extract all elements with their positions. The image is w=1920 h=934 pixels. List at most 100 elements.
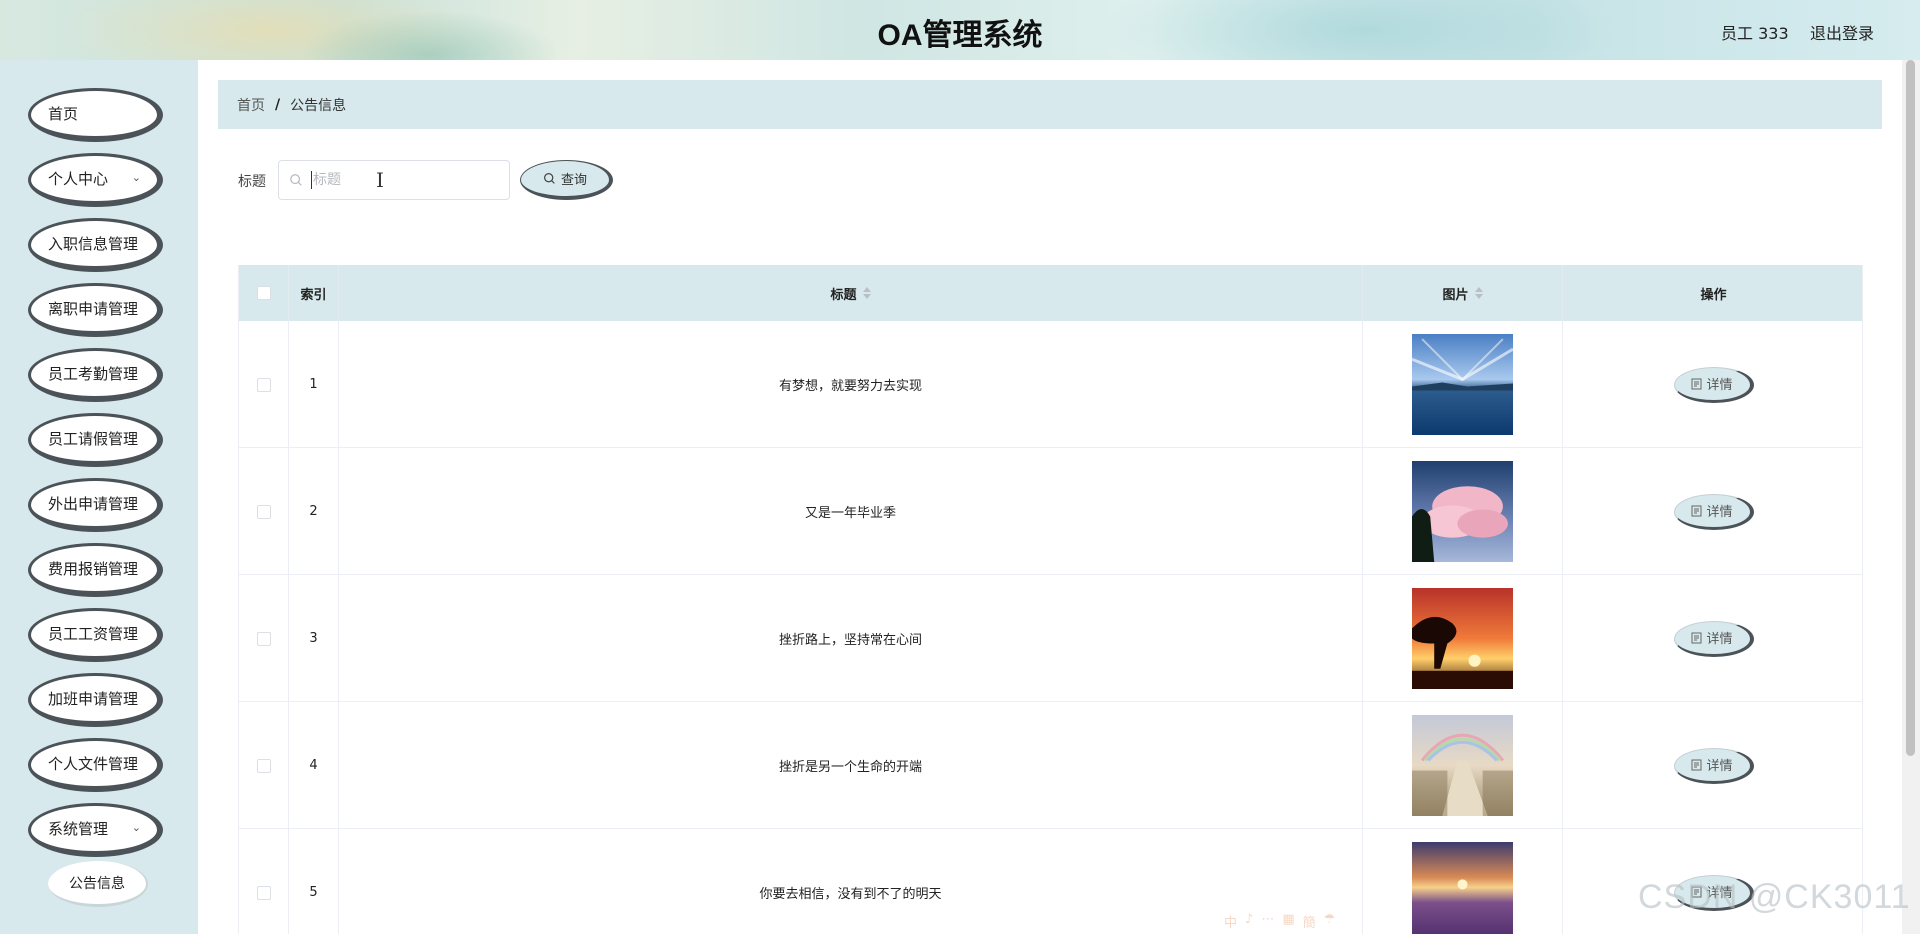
- detail-button[interactable]: 详情: [1673, 493, 1754, 530]
- row-title: 有梦想，就要努力去实现: [339, 321, 1363, 448]
- row-checkbox[interactable]: [256, 504, 271, 519]
- search-label: 标题: [238, 174, 266, 190]
- row-index: 4: [289, 702, 339, 829]
- sidebar-subitem-label: 公告信息: [69, 875, 125, 892]
- sidebar-item-label: 外出申请管理: [48, 495, 139, 513]
- current-user: 员工 333: [1721, 24, 1789, 43]
- sidebar-item-label: 离职申请管理: [48, 300, 139, 318]
- sidebar-item-leave[interactable]: 员工请假管理: [28, 413, 163, 467]
- query-button[interactable]: 查询: [520, 160, 613, 200]
- top-header: OA管理系统 员工 333 退出登录: [0, 0, 1920, 60]
- breadcrumb: 首页 / 公告信息: [218, 80, 1882, 129]
- page-scrollbar[interactable]: [1902, 60, 1920, 934]
- row-checkbox[interactable]: [256, 377, 271, 392]
- sidebar-item-outing[interactable]: 外出申请管理: [28, 478, 163, 532]
- header-checkbox-cell: [239, 265, 289, 321]
- sidebar-item-label: 员工工资管理: [48, 625, 139, 643]
- detail-button-label: 详情: [1706, 505, 1733, 520]
- sidebar-item-label: 费用报销管理: [48, 560, 139, 578]
- row-checkbox[interactable]: [256, 631, 271, 646]
- sidebar-item-resignation[interactable]: 离职申请管理: [28, 283, 163, 337]
- ime-toolbar: 中 ♪ ⋯ ▦ 簡 ☂: [1224, 912, 1336, 931]
- search-input[interactable]: [311, 171, 481, 189]
- table-row: 5 你要去相信，没有到不了的明天 详情: [239, 829, 1862, 934]
- header-title[interactable]: 标题: [339, 265, 1363, 321]
- app-title: OA管理系统: [877, 19, 1043, 52]
- sidebar-item-attendance[interactable]: 员工考勤管理: [28, 348, 163, 402]
- document-icon: [1691, 759, 1702, 770]
- header-title-label: 标题: [830, 287, 857, 303]
- document-icon: [1691, 378, 1702, 389]
- query-button-label: 查询: [560, 173, 587, 188]
- search-icon: [290, 174, 302, 186]
- row-image: [1363, 702, 1563, 829]
- row-image: [1363, 321, 1563, 448]
- row-checkbox-cell: [239, 321, 289, 448]
- select-all-checkbox[interactable]: [256, 286, 271, 300]
- detail-button[interactable]: 详情: [1673, 747, 1754, 784]
- table-row: 4 挫折是另一个生命的开端 详情: [239, 702, 1862, 829]
- sidebar-item-label: 个人文件管理: [48, 755, 139, 773]
- row-image: [1363, 829, 1563, 934]
- row-index: 2: [289, 448, 339, 575]
- search-field[interactable]: [278, 160, 510, 200]
- thumbnail-rainbow-path[interactable]: [1412, 715, 1513, 816]
- row-checkbox[interactable]: [256, 758, 271, 773]
- table-row: 1 有梦想，就要努力去实现 详情: [239, 321, 1862, 448]
- row-index: 5: [289, 829, 339, 934]
- header-index-label: 索引: [300, 287, 327, 303]
- detail-button-label: 详情: [1706, 632, 1733, 647]
- header-action: 操作: [1563, 265, 1862, 321]
- sidebar-item-files[interactable]: 个人文件管理: [28, 738, 163, 792]
- chevron-down-icon: ⌄: [131, 171, 141, 184]
- detail-button-label: 详情: [1706, 378, 1733, 393]
- table-header: 索引 标题 图片 操作: [239, 265, 1862, 321]
- text-cursor-icon: I: [376, 168, 384, 192]
- row-title: 你要去相信，没有到不了的明天: [339, 829, 1363, 934]
- row-image: [1363, 575, 1563, 702]
- row-image: [1363, 448, 1563, 575]
- logout-link[interactable]: 退出登录: [1810, 20, 1874, 44]
- sidebar-item-salary[interactable]: 员工工资管理: [28, 608, 163, 662]
- sidebar-item-home[interactable]: 首页: [28, 88, 163, 142]
- watermark: CSDN @CK3011: [1638, 878, 1911, 916]
- sidebar-item-reimbursement[interactable]: 费用报销管理: [28, 543, 163, 597]
- sidebar-item-onboarding[interactable]: 入职信息管理: [28, 218, 163, 272]
- detail-button[interactable]: 详情: [1673, 366, 1754, 403]
- header-image-label: 图片: [1442, 287, 1469, 303]
- header-image[interactable]: 图片: [1363, 265, 1563, 321]
- thumbnail-pink-clouds[interactable]: [1412, 461, 1513, 562]
- thumbnail-sunset-tree[interactable]: [1412, 588, 1513, 689]
- sidebar-item-label: 入职信息管理: [48, 235, 139, 253]
- table-row: 3 挫折路上，坚持常在心间 详情: [239, 575, 1862, 702]
- sidebar-item-label: 员工考勤管理: [48, 365, 139, 383]
- row-action: 详情: [1563, 575, 1862, 702]
- sidebar-item-system[interactable]: 系统管理 ⌄: [28, 803, 163, 857]
- document-icon: [1691, 632, 1702, 643]
- thumbnail-lavender-sunset[interactable]: [1412, 842, 1513, 934]
- sidebar: 首页 个人中心 ⌄ 入职信息管理 离职申请管理 员工考勤管理 员工请假管理 外出申…: [0, 60, 198, 934]
- sidebar-item-overtime[interactable]: 加班申请管理: [28, 673, 163, 727]
- row-checkbox-cell: [239, 702, 289, 829]
- breadcrumb-separator: /: [275, 96, 281, 113]
- row-action: 详情: [1563, 702, 1862, 829]
- detail-button[interactable]: 详情: [1673, 620, 1754, 657]
- sidebar-item-label: 首页: [48, 105, 79, 123]
- sidebar-item-personal-center[interactable]: 个人中心 ⌄: [28, 153, 163, 207]
- row-title: 挫折是另一个生命的开端: [339, 702, 1363, 829]
- breadcrumb-home[interactable]: 首页: [237, 95, 265, 115]
- row-checkbox[interactable]: [256, 885, 271, 900]
- row-checkbox-cell: [239, 448, 289, 575]
- sidebar-item-label: 系统管理: [48, 820, 109, 838]
- sort-icon[interactable]: [862, 287, 871, 299]
- sort-icon[interactable]: [1474, 287, 1483, 299]
- row-action: 详情: [1563, 321, 1862, 448]
- header-index: 索引: [289, 265, 339, 321]
- sidebar-item-label: 加班申请管理: [48, 690, 139, 708]
- sidebar-subitem-announcements[interactable]: 公告信息: [48, 861, 148, 907]
- sidebar-item-label: 员工请假管理: [48, 430, 139, 448]
- scrollbar-thumb[interactable]: [1906, 60, 1915, 756]
- row-action: 详情: [1563, 448, 1862, 575]
- detail-button-label: 详情: [1706, 759, 1733, 774]
- thumbnail-lake-sky[interactable]: [1412, 334, 1513, 435]
